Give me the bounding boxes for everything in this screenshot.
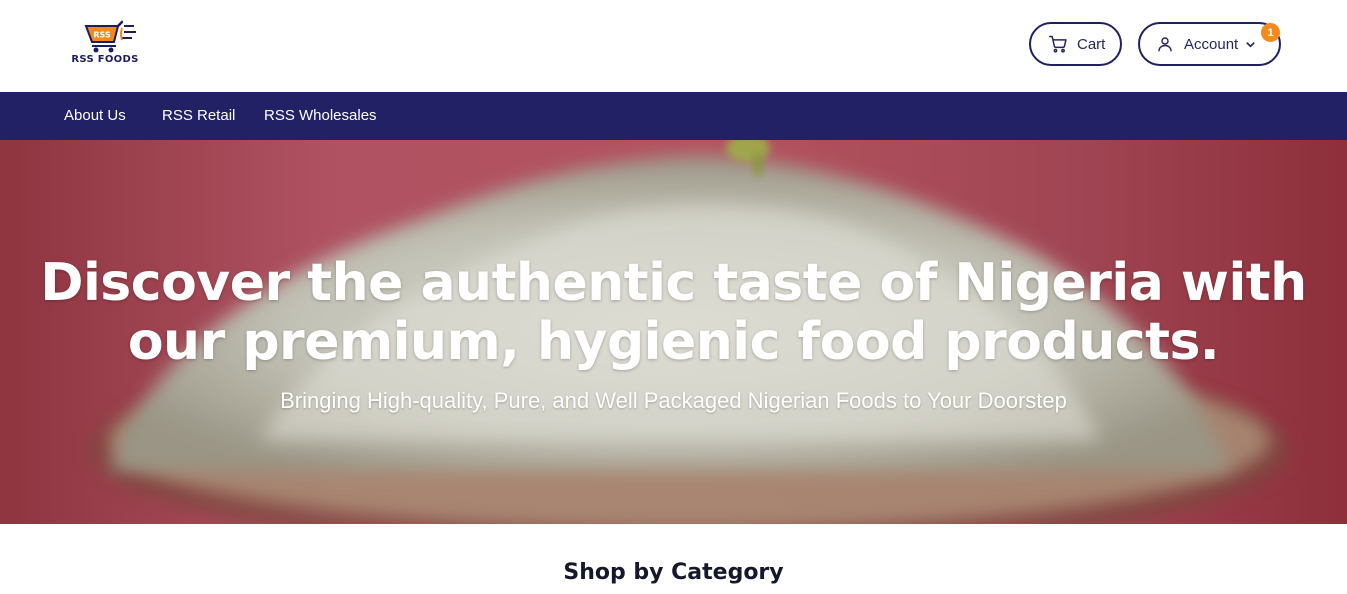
rss-foods-logo-icon: RSS — [84, 20, 136, 53]
cart-icon — [1048, 34, 1068, 54]
notification-badge: 1 — [1261, 23, 1280, 42]
section-title-shop-by-category: Shop by Category — [563, 560, 784, 585]
main-nav: About Us RSS Retail RSS Wholesales — [0, 92, 1347, 140]
hero-subtitle: Bringing High-quality, Pure, and Well Pa… — [280, 388, 1067, 413]
site-header: RSS RSS FOODS Cart Account 1 — [0, 0, 1347, 92]
cart-button[interactable]: Cart — [1029, 22, 1122, 66]
user-icon — [1156, 35, 1174, 53]
cart-label: Cart — [1077, 35, 1106, 53]
svg-text:RSS: RSS — [93, 31, 111, 40]
nav-item-about-us[interactable]: About Us — [64, 92, 126, 140]
chevron-down-icon — [1245, 39, 1256, 50]
account-button[interactable]: Account — [1138, 22, 1281, 66]
logo[interactable]: RSS RSS FOODS — [66, 20, 144, 70]
nav-item-rss-wholesales[interactable]: RSS Wholesales — [264, 92, 377, 140]
account-label: Account — [1184, 35, 1239, 53]
hero-banner: Discover the authentic taste of Nigeria … — [0, 140, 1347, 524]
hero-title: Discover the authentic taste of Nigeria … — [40, 253, 1307, 372]
logo-wordmark: RSS FOODS — [71, 54, 139, 65]
nav-item-rss-retail[interactable]: RSS Retail — [162, 92, 235, 140]
